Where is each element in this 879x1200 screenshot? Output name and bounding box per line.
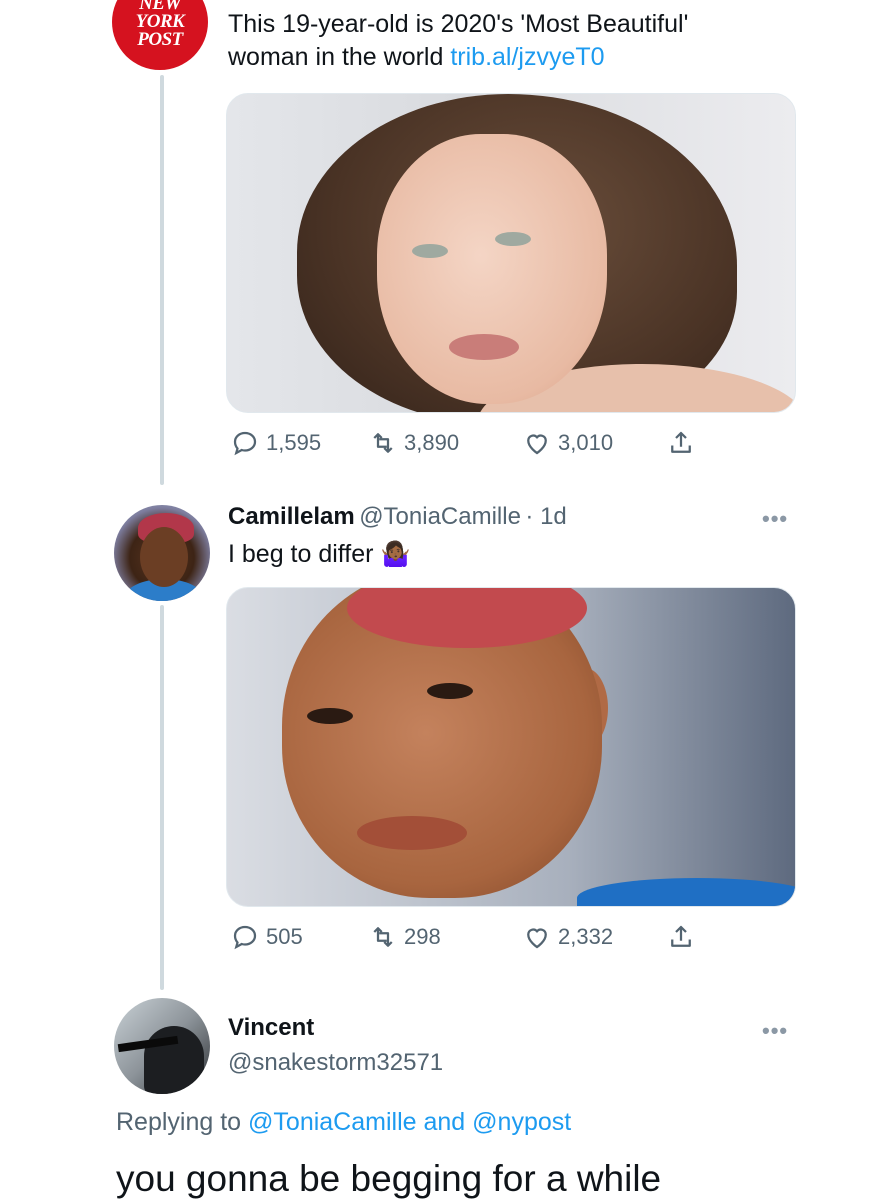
tweet1-like-count: 3,010 xyxy=(558,430,614,455)
tweet3-author-name[interactable]: Vincent xyxy=(228,1014,314,1042)
share-icon xyxy=(671,431,691,453)
tweet1-text-line2-prefix: woman in the world xyxy=(228,43,444,71)
tweet3-text: you gonna be begging for a while xyxy=(116,1158,662,1199)
tweet1-reply-action[interactable]: 1,595 xyxy=(230,428,321,458)
tweet1-text: This 19-year-old is 2020's 'Most Beautif… xyxy=(228,8,828,74)
vincent-avatar[interactable] xyxy=(114,998,210,1094)
like-icon xyxy=(527,434,547,455)
tweet2-header: Camillelam @ToniaCamille · 1d xyxy=(228,503,567,531)
tweet2-more-icon[interactable]: ••• xyxy=(762,506,788,532)
tweet2-reply-count: 505 xyxy=(266,924,303,949)
tweet1-link[interactable]: trib.al/jzvyeT0 xyxy=(450,43,604,71)
tweet2-author-handle[interactable]: @ToniaCamille xyxy=(359,503,521,530)
camille-avatar[interactable] xyxy=(114,505,210,601)
share-icon xyxy=(671,925,691,947)
replying-to-line: Replying to @ToniaCamille and @nypost xyxy=(116,1108,571,1137)
replying-prefix: Replying to xyxy=(116,1108,242,1136)
tweet1-retweet-action[interactable]: 3,890 xyxy=(368,428,459,458)
shrug-emoji: 🤷🏾‍♀️ xyxy=(380,541,411,568)
tweet1-reply-count: 1,595 xyxy=(266,430,322,455)
tweet1-share-action[interactable] xyxy=(666,428,696,458)
retweet-icon xyxy=(373,927,393,947)
tweet2-like-count: 2,332 xyxy=(558,924,614,949)
tweet1-photo[interactable] xyxy=(226,93,796,413)
tweet2-author-name[interactable]: Camillelam xyxy=(228,503,355,530)
tweet2-retweet-count: 298 xyxy=(404,924,441,949)
thread-line-2 xyxy=(160,605,164,990)
like-icon xyxy=(527,928,547,949)
retweet-icon xyxy=(373,433,393,453)
tweet2-like-action[interactable]: 2,332 xyxy=(522,922,613,952)
reply-icon xyxy=(233,431,257,456)
tweet3-more-icon[interactable]: ••• xyxy=(762,1018,788,1044)
thread-line-1 xyxy=(160,75,164,485)
reply-icon xyxy=(233,925,257,950)
tweet2-reply-action[interactable]: 505 xyxy=(230,922,303,952)
tweet2-timestamp[interactable]: · 1d xyxy=(525,503,566,530)
replying-and: and xyxy=(423,1108,466,1136)
tweet2-photo[interactable] xyxy=(226,587,796,907)
tweet2-text-row: I beg to differ 🤷🏾‍♀️ xyxy=(228,538,410,571)
nypost-avatar[interactable]: NEW YORK POST xyxy=(112,0,208,70)
tweet2-share-action[interactable] xyxy=(666,922,696,952)
replying-user-link[interactable]: @nypost xyxy=(472,1108,571,1136)
tweet2-text: I beg to differ xyxy=(228,540,374,568)
avatar-logo-line: POST xyxy=(137,29,183,50)
replying-user-link[interactable]: @ToniaCamille xyxy=(248,1108,417,1136)
tweet1-like-action[interactable]: 3,010 xyxy=(522,428,613,458)
tweet1-text-line2: woman in the world trib.al/jzvyeT0 xyxy=(228,41,828,74)
tweet2-retweet-action[interactable]: 298 xyxy=(368,922,441,952)
tweet1-retweet-count: 3,890 xyxy=(404,430,460,455)
tweet3-author-handle[interactable]: @snakestorm32571 xyxy=(228,1049,443,1077)
tweet1-text-line1: This 19-year-old is 2020's 'Most Beautif… xyxy=(228,10,689,38)
